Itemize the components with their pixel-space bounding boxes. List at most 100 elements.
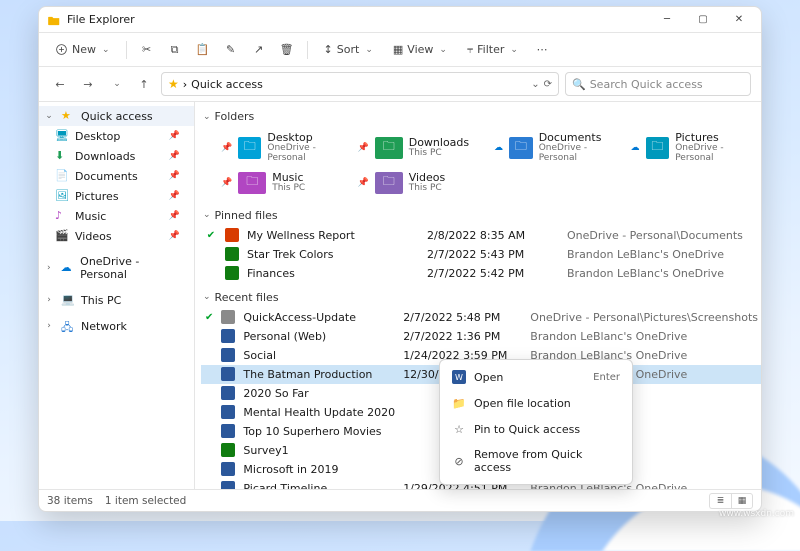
nav-recent-button[interactable] [105, 73, 127, 95]
pin-icon: 📌 [358, 143, 369, 153]
file-type-icon [225, 266, 239, 280]
file-row[interactable]: ✔ My Wellness Report 2/8/2022 8:35 AM On… [201, 226, 755, 245]
chevron-down-icon: ⌄ [203, 292, 211, 302]
file-explorer-window: File Explorer ─ ▢ ✕ New ✂ ⧉ 📋 ✎ ↗ 🗑 ↕ So… [38, 6, 762, 512]
filter-button[interactable]: ⫧ Filter [459, 39, 526, 61]
file-type-icon [221, 462, 235, 476]
address-bar[interactable]: ★ › Quick access ⌄ ⟳ [161, 72, 559, 96]
trash-icon: 🗑 [280, 43, 294, 56]
folder-tile[interactable]: 📌 🗀 Downloads This PC [352, 129, 483, 167]
folder-location: OneDrive - Personal [675, 144, 751, 164]
folder-tile[interactable]: ☁ 🗀 Documents OneDrive - Personal [488, 129, 619, 167]
pc-icon: 💻 [61, 293, 75, 307]
folders-grid: 📌 🗀 Desktop OneDrive - Personal 📌 🗀 Down… [201, 127, 755, 205]
refresh-icon[interactable]: ⟳ [544, 79, 552, 90]
sidebar-item-pictures[interactable]: 🖼 Pictures 📌 [39, 186, 194, 206]
video-icon: 🎬 [55, 229, 69, 243]
status-bar: 38 items 1 item selected ≣ ▦ [39, 489, 761, 511]
sidebar-item-desktop[interactable]: 🖥 Desktop 📌 [39, 126, 194, 146]
folder-location: OneDrive - Personal [267, 144, 341, 164]
section-header-folders[interactable]: ⌄ Folders [201, 106, 755, 127]
folder-icon: 🗀 [238, 137, 261, 159]
context-pin-quick-access[interactable]: ☆ Pin to Quick access [444, 416, 628, 442]
folder-tile[interactable]: 📌 🗀 Desktop OneDrive - Personal [215, 129, 346, 167]
context-open-file-location[interactable]: 📁 Open file location [444, 390, 628, 416]
file-type-icon [221, 405, 235, 419]
address-row: ← → ↑ ★ › Quick access ⌄ ⟳ 🔍 Search Quic… [39, 67, 761, 101]
picture-icon: 🖼 [55, 189, 69, 203]
cut-button[interactable]: ✂ [135, 39, 159, 60]
file-name: Picard Timeline [239, 479, 399, 489]
sync-status-icon [201, 365, 217, 384]
network-icon: 🖧 [61, 319, 75, 333]
file-row[interactable]: ✔ QuickAccess-Update 2/7/2022 5:48 PM On… [201, 308, 761, 327]
maximize-button[interactable]: ▢ [685, 7, 721, 33]
section-header-recent[interactable]: ⌄ Recent files [201, 287, 755, 308]
breadcrumb[interactable]: Quick access [191, 78, 263, 91]
view-large-icons-button[interactable]: ▦ [731, 493, 753, 509]
context-open[interactable]: W Open Enter [444, 364, 628, 390]
sidebar-item-music[interactable]: ♪ Music 📌 [39, 206, 194, 226]
command-toolbar: New ✂ ⧉ 📋 ✎ ↗ 🗑 ↕ Sort ▦ View ⫧ Filter ⋯ [39, 33, 761, 67]
copy-button[interactable]: ⧉ [163, 39, 187, 61]
file-name: Star Trek Colors [243, 245, 423, 264]
context-remove-quick-access[interactable]: ⊘ Remove from Quick access [444, 442, 628, 480]
nav-up-button[interactable]: ↑ [133, 73, 155, 95]
sync-status-icon [201, 264, 221, 283]
more-button[interactable]: ⋯ [530, 39, 554, 60]
desktop-icon: 🖥 [55, 129, 69, 143]
file-type-icon [221, 386, 235, 400]
sort-button[interactable]: ↕ Sort [316, 39, 381, 60]
file-location: Brandon LeBlanc's OneDrive [563, 245, 755, 264]
folder-icon: 🗀 [509, 137, 533, 159]
search-input[interactable]: 🔍 Search Quick access [565, 72, 751, 96]
file-row[interactable]: Star Trek Colors 2/7/2022 5:43 PM Brando… [201, 245, 755, 264]
sidebar-item-downloads[interactable]: ⬇ Downloads 📌 [39, 146, 194, 166]
file-row[interactable]: Finances 2/7/2022 5:42 PM Brandon LeBlan… [201, 264, 755, 283]
status-item-count: 38 items [47, 495, 93, 507]
file-date: 2/7/2022 5:48 PM [399, 308, 526, 327]
folder-tile[interactable]: 📌 🗀 Music This PC [215, 169, 346, 197]
folder-tile[interactable]: ☁ 🗀 Pictures OneDrive - Personal [625, 129, 756, 167]
close-button[interactable]: ✕ [721, 7, 757, 33]
file-row[interactable]: Personal (Web) 2/7/2022 1:36 PM Brandon … [201, 327, 761, 346]
file-date: 2/7/2022 1:36 PM [399, 327, 526, 346]
sidebar-item-onedrive[interactable]: › ☁ OneDrive - Personal [39, 252, 194, 284]
app-icon [47, 13, 61, 27]
file-location: Brandon LeBlanc's OneDrive [563, 264, 755, 283]
file-name: Social [239, 346, 399, 365]
sidebar-item-network[interactable]: › 🖧 Network [39, 316, 194, 336]
sidebar-item-documents[interactable]: 📄 Documents 📌 [39, 166, 194, 186]
file-name: Survey1 [239, 441, 399, 460]
nav-back-button[interactable]: ← [49, 73, 71, 95]
nav-forward-button[interactable]: → [77, 73, 99, 95]
rename-button[interactable]: ✎ [219, 39, 243, 60]
file-type-icon [225, 228, 239, 242]
file-location: OneDrive - Personal\Documents [563, 226, 755, 245]
paste-button[interactable]: 📋 [191, 39, 215, 60]
window-controls: ─ ▢ ✕ [649, 7, 757, 33]
sidebar-item-this-pc[interactable]: › 💻 This PC [39, 290, 194, 310]
sidebar-item-videos[interactable]: 🎬 Videos 📌 [39, 226, 194, 246]
chevron-down-icon[interactable]: ⌄ [531, 79, 539, 90]
chevron-right-icon: › [43, 295, 55, 305]
star-icon: ★ [61, 109, 75, 123]
sidebar-item-quick-access[interactable]: ⌄ ★ Quick access [39, 106, 194, 126]
folder-tile[interactable]: 📌 🗀 Videos This PC [352, 169, 483, 197]
watermark: www.wsxdn.com [719, 509, 794, 519]
new-button[interactable]: New [47, 39, 118, 60]
sync-status-icon [201, 422, 217, 441]
file-type-icon [221, 329, 235, 343]
content-body: ⌄ ★ Quick access 🖥 Desktop 📌 ⬇ Downloads… [39, 101, 761, 489]
context-menu: W Open Enter 📁 Open file location ☆ Pin … [439, 359, 633, 485]
view-button[interactable]: ▦ View [385, 39, 455, 60]
pin-icon: 📌 [169, 231, 180, 241]
delete-button[interactable]: 🗑 [275, 39, 299, 60]
minimize-button[interactable]: ─ [649, 7, 685, 33]
share-button[interactable]: ↗ [247, 39, 271, 60]
sync-status-icon [201, 245, 221, 264]
clipboard-icon: 📋 [196, 43, 210, 56]
view-details-button[interactable]: ≣ [709, 493, 731, 509]
section-header-pinned[interactable]: ⌄ Pinned files [201, 205, 755, 226]
file-name: 2020 So Far [239, 384, 399, 403]
